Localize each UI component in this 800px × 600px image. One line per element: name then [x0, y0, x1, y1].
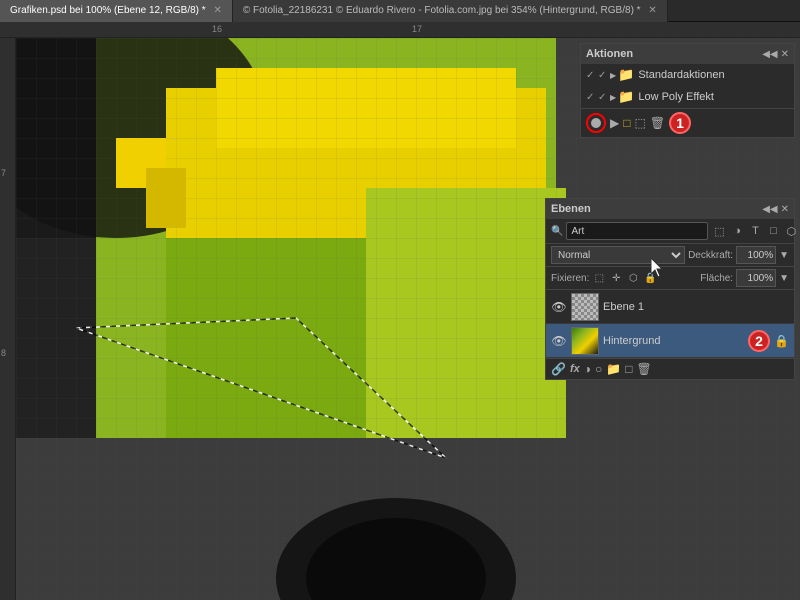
delete-layer-icon[interactable]: 🗑 — [636, 362, 651, 376]
flaeche-input[interactable] — [736, 269, 776, 287]
tab-fotolia[interactable]: © Fotolia_22186231 © Eduardo Rivero - Fo… — [233, 0, 668, 22]
layer-thumb-ebene1 — [571, 293, 599, 321]
ruler-num-8: 8 — [1, 348, 6, 358]
fixieren-row: Fixieren: ⬚ ✛ ⬡ 🔒 Fläche: ▼ — [546, 267, 794, 290]
ebenen-collapse-btn[interactable]: ◀◀ — [762, 204, 777, 215]
aktionen-panel: Aktionen ◀◀ ✕ ✓ ✓ ▶ 📁 Standardaktionen ✓… — [580, 43, 795, 138]
filter-text-icon[interactable]: T — [747, 223, 763, 239]
tab-grafiken[interactable]: Grafiken.psd bei 100% (Ebene 12, RGB/8) … — [0, 0, 233, 22]
ebenen-header: Ebenen ◀◀ ✕ — [546, 199, 794, 219]
filter-adjust-icon[interactable]: ◑ — [729, 223, 745, 239]
ebenen-title: Ebenen — [551, 203, 591, 215]
ruler-ticks-svg: // ticks generated in setup below — [32, 22, 800, 37]
action-row-standard[interactable]: ✓ ✓ ▶ 📁 Standardaktionen — [581, 64, 794, 86]
ebenen-controls: ◀◀ ✕ — [762, 204, 789, 215]
tab-grafiken-close[interactable]: ✕ — [213, 5, 221, 16]
canvas-area[interactable]: Aktionen ◀◀ ✕ ✓ ✓ ▶ 📁 Standardaktionen ✓… — [16, 38, 800, 600]
blend-row: Normal Deckkraft: ▼ — [546, 244, 794, 267]
stop-icon — [591, 118, 601, 128]
filter-icon: 🔍 — [551, 226, 563, 237]
eye-ebene1[interactable]: 👁 — [551, 299, 567, 315]
deckkraft-arrow[interactable]: ▼ — [779, 250, 789, 261]
aktionen-header: Aktionen ◀◀ ✕ — [581, 44, 794, 64]
play-icon[interactable]: ▶ — [610, 116, 619, 130]
layer-thumb-img — [572, 328, 598, 354]
folder-lowpoly: 📁 — [618, 89, 634, 105]
fix-move-icon[interactable]: ✛ — [609, 271, 623, 285]
filter-shape-icon[interactable]: □ — [765, 223, 781, 239]
check-standard: ✓ — [586, 70, 598, 81]
tab-fotolia-close[interactable]: ✕ — [648, 5, 656, 16]
fixieren-label: Fixieren: — [551, 273, 589, 284]
ebenen-panel: Ebenen ◀◀ ✕ 🔍 ⬚ ◑ T □ ⬡ ⊙ — [545, 198, 795, 380]
action-row-lowpoly[interactable]: ✓ ✓ ▶ 📁 Low Poly Effekt — [581, 86, 794, 108]
layer-thumb-checker — [572, 294, 598, 320]
eye-hintergrund[interactable]: 👁 — [551, 333, 567, 349]
delete-action-icon[interactable]: 🗑 — [650, 116, 665, 130]
layer-row-hintergrund[interactable]: 👁 Hintergrund 2 🔒 — [546, 324, 794, 358]
action-standard-label: Standardaktionen — [638, 69, 789, 81]
blend-mode-select[interactable]: Normal — [551, 246, 685, 264]
tab-bar: Grafiken.psd bei 100% (Ebene 12, RGB/8) … — [0, 0, 800, 22]
aktionen-title: Aktionen — [586, 48, 633, 60]
new-set-icon[interactable]: □ — [623, 116, 630, 130]
deckkraft-input[interactable] — [736, 246, 776, 264]
ruler-num-7: 7 — [1, 168, 6, 178]
fx-icon[interactable]: fx — [570, 363, 580, 375]
aktionen-collapse-btn[interactable]: ◀◀ — [762, 49, 777, 60]
expand-lowpoly[interactable]: ▶ — [610, 93, 616, 102]
filter-icons: ⬚ ◑ T □ ⬡ — [711, 223, 799, 239]
layer-thumb-hintergrund — [571, 327, 599, 355]
filter-smartobj-icon[interactable]: ⬡ — [783, 223, 799, 239]
main-area: 7 8 — [0, 38, 800, 600]
ruler-top-inner: 16 17 // ticks generated in setup below — [32, 22, 800, 37]
check-lowpoly: ✓ — [586, 92, 598, 103]
layer-lock-hintergrund: 🔒 — [774, 334, 789, 348]
check-lowpoly2: ✓ — [598, 92, 610, 103]
new-action-icon[interactable]: ⬚ — [634, 116, 645, 130]
new-layer-icon[interactable]: □ — [625, 362, 632, 376]
fix-pixel-icon[interactable]: ⬡ — [626, 271, 640, 285]
deckkraft-label: Deckkraft: — [688, 250, 733, 261]
callout-1: 1 — [669, 112, 691, 134]
layer-name-ebene1: Ebene 1 — [603, 301, 789, 313]
fix-pos-icon[interactable]: ⬚ — [592, 271, 606, 285]
flaeche-arrow[interactable]: ▼ — [779, 273, 789, 284]
ebenen-close-btn[interactable]: ✕ — [781, 204, 789, 215]
fix-lock-icon[interactable]: 🔒 — [643, 271, 657, 285]
callout-2: 2 — [748, 330, 770, 352]
check-standard2: ✓ — [598, 70, 610, 81]
ebenen-toolbar: 🔗 fx ◑ ○ 📁 □ 🗑 — [546, 358, 794, 379]
mask-icon[interactable]: ○ — [595, 362, 602, 376]
filter-input[interactable] — [566, 222, 708, 240]
link-layers-icon[interactable]: 🔗 — [551, 362, 566, 376]
filter-row: 🔍 ⬚ ◑ T □ ⬡ ⊙ — [546, 219, 794, 244]
ruler-left: 7 8 — [0, 38, 16, 600]
tab-fotolia-label: © Fotolia_22186231 © Eduardo Rivero - Fo… — [243, 5, 641, 16]
layer-row-ebene1[interactable]: 👁 Ebene 1 — [546, 290, 794, 324]
aktionen-record-callout — [586, 113, 606, 133]
group-icon[interactable]: 📁 — [606, 362, 621, 376]
tab-grafiken-label: Grafiken.psd bei 100% (Ebene 12, RGB/8) … — [10, 5, 206, 16]
expand-standard[interactable]: ▶ — [610, 71, 616, 80]
aktionen-toolbar: ▶ □ ⬚ 🗑 1 — [581, 108, 794, 137]
aktionen-controls: ◀◀ ✕ — [762, 49, 789, 60]
ruler-top: 16 17 // ticks generated in setup below — [0, 22, 800, 38]
action-lowpoly-label: Low Poly Effekt — [638, 91, 789, 103]
aktionen-close-btn[interactable]: ✕ — [781, 49, 789, 60]
layer-name-hintergrund: Hintergrund — [603, 335, 740, 347]
folder-standard: 📁 — [618, 67, 634, 83]
flaeche-label: Fläche: — [700, 273, 733, 284]
adjustment-icon[interactable]: ◑ — [584, 362, 591, 376]
filter-pixel-icon[interactable]: ⬚ — [711, 223, 727, 239]
